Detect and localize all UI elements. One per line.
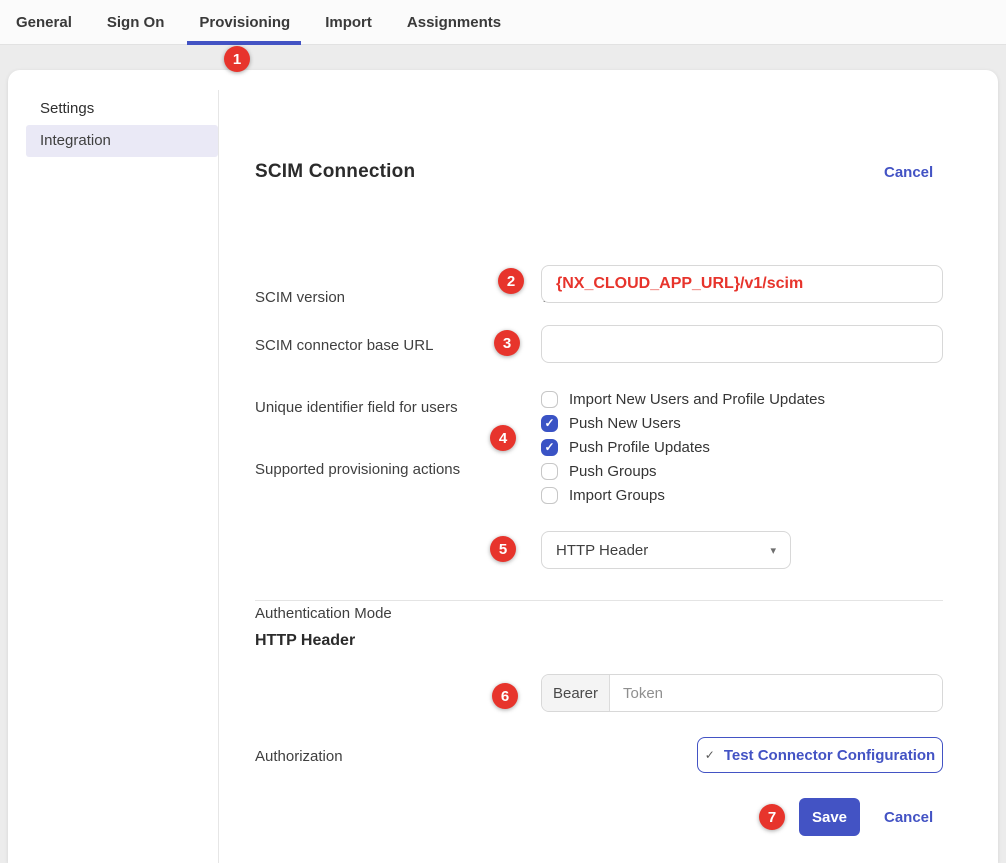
base-url-input[interactable] [541,265,943,303]
annotation-badge-1: 1 [224,46,250,72]
test-connector-label: Test Connector Configuration [724,747,935,764]
annotation-badge-6: 6 [492,683,518,709]
auth-mode-select[interactable]: HTTP Header ▾ [541,531,791,569]
sidebar-divider [218,90,219,863]
chevron-down-icon: ▾ [770,544,776,557]
token-input[interactable] [610,675,942,711]
http-header-section-title: HTTP Header [255,632,355,650]
app-tabbar: General Sign On Provisioning Import Assi… [0,0,1006,45]
tab-provisioning[interactable]: Provisioning [199,0,290,45]
annotation-badge-5: 5 [490,536,516,562]
annotation-badge-2: 2 [498,268,524,294]
section-divider [255,600,943,601]
checkbox-label: Push Profile Updates [569,439,710,456]
tab-import[interactable]: Import [325,0,372,45]
sidebar-heading: Settings [40,100,94,117]
cancel-link-bottom[interactable]: Cancel [884,809,933,826]
checkbox-label: Push New Users [569,415,681,432]
annotation-badge-4: 4 [490,425,516,451]
cancel-link-top[interactable]: Cancel [884,164,933,181]
checkmark-icon: ✓ [705,748,715,762]
annotation-badge-7: 7 [759,804,785,830]
authorization-label: Authorization [255,748,343,765]
unique-id-input[interactable] [541,325,943,363]
checkbox-import-new-users[interactable]: ✓ Import New Users and Profile Updates [541,387,825,411]
checkbox-box[interactable]: ✓ [541,415,558,432]
checkbox-label: Import Groups [569,487,665,504]
checkbox-push-new-users[interactable]: ✓ Push New Users [541,411,681,435]
checkmark-icon: ✓ [544,441,554,453]
tab-general[interactable]: General [16,0,72,45]
authorization-input-group: Bearer [541,674,943,712]
checkbox-label: Import New Users and Profile Updates [569,391,825,408]
settings-card: Settings Integration SCIM Connection Can… [8,70,998,863]
checkbox-box[interactable]: ✓ [541,439,558,456]
checkbox-push-groups[interactable]: ✓ Push Groups [541,459,657,483]
scim-version-label: SCIM version [255,289,345,306]
checkbox-box[interactable]: ✓ [541,463,558,480]
sidebar-item-integration[interactable]: Integration [26,125,218,157]
auth-mode-label: Authentication Mode [255,605,392,622]
checkmark-icon: ✓ [544,417,554,429]
checkbox-push-profile-updates[interactable]: ✓ Push Profile Updates [541,435,710,459]
tab-sign-on[interactable]: Sign On [107,0,165,45]
save-button[interactable]: Save [799,798,860,836]
bearer-prefix: Bearer [542,675,610,711]
checkbox-label: Push Groups [569,463,657,480]
test-connector-button[interactable]: ✓ Test Connector Configuration [697,737,943,773]
page-title: SCIM Connection [255,161,415,183]
checkbox-box[interactable]: ✓ [541,487,558,504]
auth-mode-selected-value: HTTP Header [556,542,770,559]
annotation-badge-3: 3 [494,330,520,356]
tab-assignments[interactable]: Assignments [407,0,501,45]
checkbox-box[interactable]: ✓ [541,391,558,408]
base-url-label: SCIM connector base URL [255,337,433,354]
provisioning-actions-label: Supported provisioning actions [255,461,460,478]
checkbox-import-groups[interactable]: ✓ Import Groups [541,483,665,507]
unique-id-label: Unique identifier field for users [255,399,458,416]
